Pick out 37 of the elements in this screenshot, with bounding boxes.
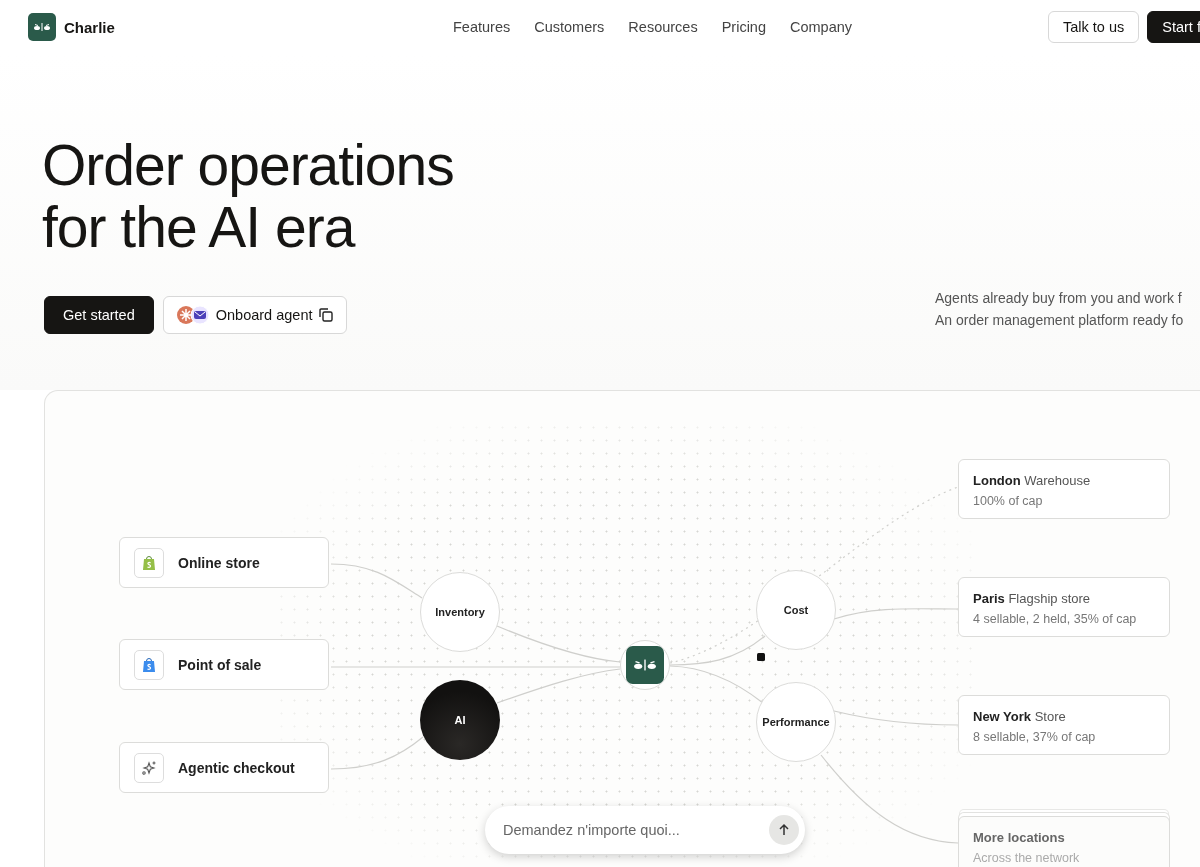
source-label: Online store bbox=[178, 554, 260, 571]
nav-link[interactable]: Features bbox=[453, 19, 511, 35]
hub-node: Inventory bbox=[420, 572, 500, 652]
agent-logos-icon bbox=[175, 305, 210, 325]
hero-heading: Order operations for the AI era bbox=[42, 134, 454, 258]
copy-icon bbox=[318, 307, 335, 323]
contact-button[interactable]: Talk to us bbox=[1048, 11, 1140, 43]
onboard-agent-button[interactable]: Onboard agent bbox=[162, 296, 348, 334]
nav-link[interactable]: Pricing bbox=[721, 19, 766, 35]
shopping-bag-icon bbox=[142, 554, 156, 571]
chat-input[interactable]: Demandez n'importe quoi... bbox=[501, 821, 769, 839]
hub-node: Cost bbox=[756, 570, 836, 650]
nav-link[interactable]: Customers bbox=[534, 19, 605, 35]
send-button[interactable] bbox=[769, 815, 799, 845]
source-label: Point of sale bbox=[178, 656, 262, 673]
connector-node-icon bbox=[757, 653, 765, 661]
location-title: London Warehouse bbox=[973, 473, 1091, 488]
hero-tagline: Agents already buy from you and work f An order management platform ready fo bbox=[935, 289, 1184, 330]
location-detail: Across the network bbox=[973, 850, 1081, 867]
logo-icon bbox=[28, 13, 56, 41]
hub-node: Performance bbox=[756, 682, 836, 762]
location-detail: 8 sellable, 37% of cap bbox=[973, 729, 1097, 746]
location-title: More locations bbox=[973, 830, 1065, 845]
source-label: Agentic checkout bbox=[178, 759, 295, 776]
arrow-up-icon bbox=[777, 823, 791, 837]
location-detail: 4 sellable, 2 held, 35% of cap bbox=[973, 611, 1138, 628]
brand-name[interactable]: Charlie bbox=[64, 18, 115, 36]
nav-link[interactable]: Resources bbox=[628, 19, 698, 35]
location-title: Paris Flagship store bbox=[973, 591, 1091, 606]
shopping-bag-icon bbox=[142, 656, 156, 673]
nav-link[interactable]: Company bbox=[790, 19, 853, 35]
hub-node: AI bbox=[420, 680, 500, 760]
get-started-button[interactable]: Get started bbox=[44, 296, 154, 334]
location-title: New York Store bbox=[973, 709, 1066, 724]
sparkle-icon bbox=[141, 759, 157, 776]
logo-icon bbox=[626, 646, 664, 684]
location-detail: 100% of cap bbox=[973, 493, 1044, 510]
